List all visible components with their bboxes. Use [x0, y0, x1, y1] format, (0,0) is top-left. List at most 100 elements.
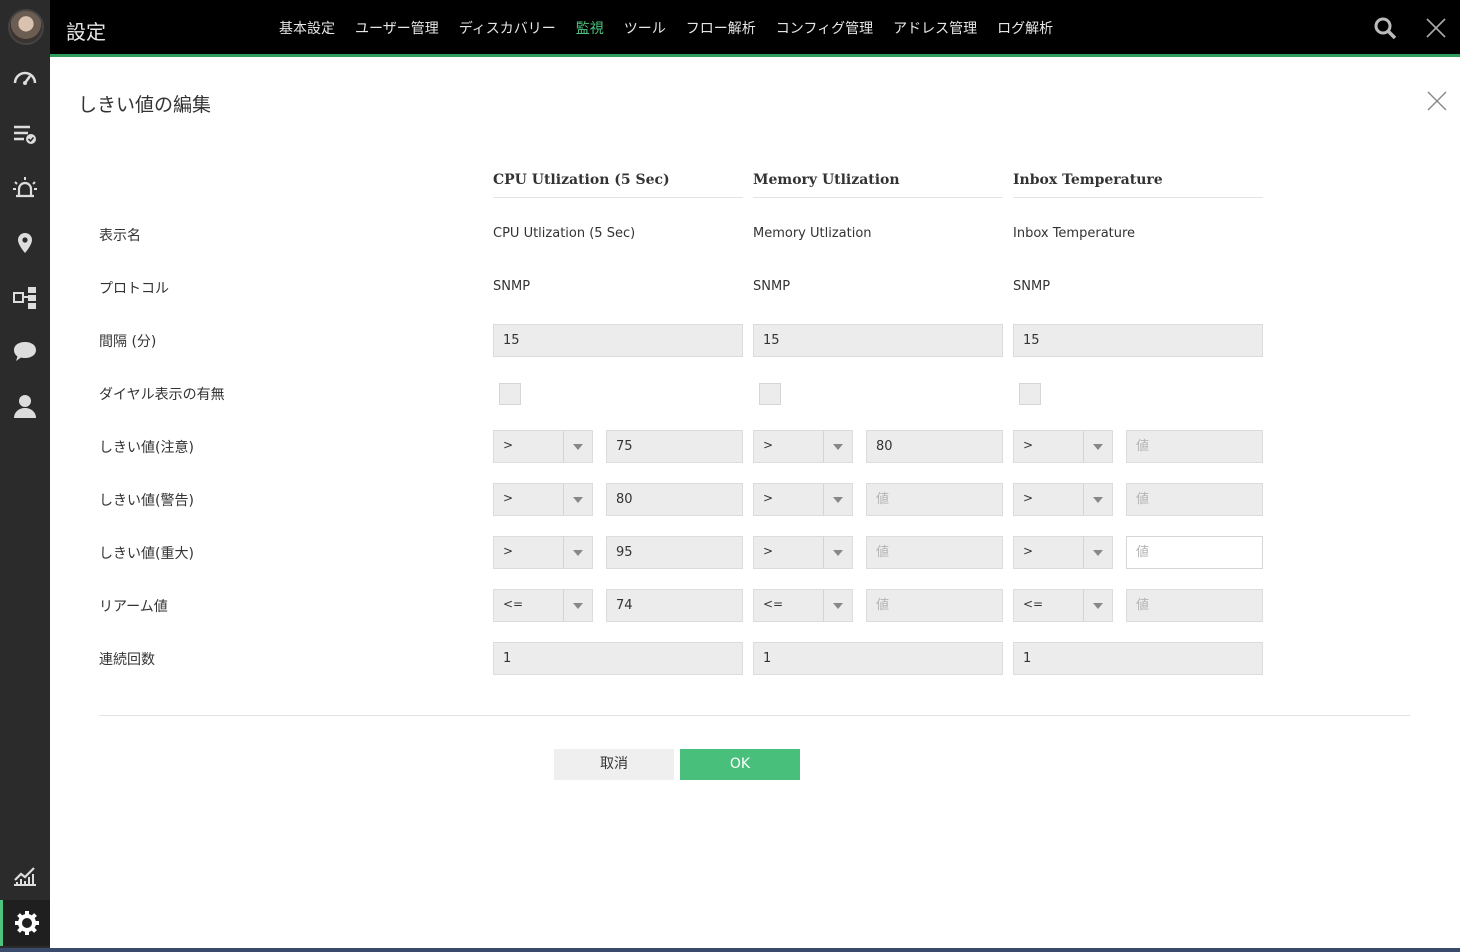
inventory-check-icon[interactable] — [0, 114, 50, 154]
warning-value-input[interactable]: 値 — [866, 483, 1003, 516]
operator-value: > — [763, 438, 774, 452]
chevron-down-icon — [833, 497, 843, 503]
label-interval: 間隔 (分) — [99, 334, 157, 350]
rearm-operator-select[interactable]: <= — [493, 589, 593, 622]
consecutive-input[interactable]: 1 — [753, 642, 1003, 675]
consecutive-input[interactable]: 1 — [493, 642, 743, 675]
rearm-operator-select[interactable]: <= — [1013, 589, 1113, 622]
chevron-down-icon — [833, 550, 843, 556]
rearm-operator-select[interactable]: <= — [753, 589, 853, 622]
rearm-value-input[interactable]: 値 — [866, 589, 1003, 622]
chevron-down-icon — [573, 603, 583, 609]
nav-item[interactable]: ディスカバリー — [459, 18, 556, 38]
nav-item[interactable]: 監視 — [576, 18, 604, 38]
left-sidebar — [0, 0, 50, 952]
chevron-down-icon — [1093, 497, 1103, 503]
chevron-down-icon — [573, 444, 583, 450]
nav-item[interactable]: ユーザー管理 — [355, 18, 439, 38]
attention-operator-select[interactable]: > — [493, 430, 593, 463]
nav-item[interactable]: フロー解析 — [686, 18, 756, 38]
chevron-down-icon — [833, 603, 843, 609]
operator-value: > — [1023, 491, 1034, 505]
close-icon[interactable] — [1426, 90, 1448, 112]
nav-item[interactable]: 基本設定 — [279, 18, 335, 38]
select-divider — [1083, 484, 1084, 515]
critical-operator-select[interactable]: > — [1013, 536, 1113, 569]
close-icon[interactable] — [1424, 16, 1448, 40]
label-display-name: 表示名 — [99, 228, 141, 244]
interval-input[interactable]: 15 — [493, 324, 743, 357]
chevron-down-icon — [1093, 550, 1103, 556]
bottom-border — [0, 948, 1460, 952]
attention-operator-select[interactable]: > — [1013, 430, 1113, 463]
rearm-value-input[interactable]: 74 — [606, 589, 743, 622]
warning-value-input[interactable]: 値 — [1126, 483, 1263, 516]
search-icon[interactable] — [1373, 16, 1397, 40]
warning-operator-select[interactable]: > — [493, 483, 593, 516]
interval-input[interactable]: 15 — [1013, 324, 1263, 357]
ok-button[interactable]: OK — [680, 749, 800, 780]
consecutive-input[interactable]: 1 — [1013, 642, 1263, 675]
critical-operator-select[interactable]: > — [493, 536, 593, 569]
chevron-down-icon — [1093, 603, 1103, 609]
alarm-icon[interactable] — [0, 168, 50, 208]
dial-checkbox[interactable] — [1019, 383, 1041, 405]
rearm-value-input[interactable]: 値 — [1126, 589, 1263, 622]
label-threshold-attention: しきい値(注意) — [99, 440, 194, 456]
column-header: Inbox Temperature — [1013, 172, 1263, 198]
column-header: CPU Utlization (5 Sec) — [493, 172, 743, 198]
cancel-button[interactable]: 取消 — [554, 749, 674, 780]
dial-checkbox[interactable] — [499, 383, 521, 405]
attention-operator-select[interactable]: > — [753, 430, 853, 463]
chat-icon[interactable] — [0, 332, 50, 372]
warning-value-input[interactable]: 80 — [606, 483, 743, 516]
dial-checkbox[interactable] — [759, 383, 781, 405]
dashboard-icon[interactable] — [0, 58, 50, 98]
label-rearm: リアーム値 — [99, 599, 168, 615]
edit-threshold-panel: しきい値の編集 表示名 プロトコル 間隔 (分) ダイヤル表示の有無 しきい値(… — [50, 60, 1460, 952]
critical-operator-select[interactable]: > — [753, 536, 853, 569]
attention-value-input[interactable]: 75 — [606, 430, 743, 463]
page-title: しきい値の編集 — [78, 94, 212, 116]
label-protocol: プロトコル — [99, 281, 169, 297]
user-icon[interactable] — [0, 386, 50, 426]
chevron-down-icon — [833, 444, 843, 450]
operator-value: > — [1023, 544, 1034, 558]
settings-icon[interactable] — [0, 900, 50, 946]
chevron-down-icon — [573, 550, 583, 556]
select-divider — [563, 484, 564, 515]
operator-value: > — [503, 438, 514, 452]
operator-value: <= — [503, 597, 524, 611]
reports-icon[interactable] — [0, 854, 50, 894]
operator-value: > — [763, 491, 774, 505]
critical-value-input[interactable]: 値 — [1126, 536, 1263, 569]
select-divider — [563, 537, 564, 568]
select-divider — [563, 431, 564, 462]
interval-input[interactable]: 15 — [753, 324, 1003, 357]
nav-item[interactable]: ログ解析 — [997, 18, 1053, 38]
nav-item[interactable]: ツール — [624, 18, 666, 38]
attention-value-input[interactable]: 値 — [1126, 430, 1263, 463]
avatar[interactable] — [8, 9, 44, 45]
select-divider — [1083, 590, 1084, 621]
select-divider — [823, 484, 824, 515]
nav-item[interactable]: コンフィグ管理 — [776, 18, 873, 38]
nav-item[interactable]: アドレス管理 — [893, 18, 977, 38]
operator-value: > — [503, 491, 514, 505]
critical-value-input[interactable]: 値 — [866, 536, 1003, 569]
select-divider — [823, 590, 824, 621]
network-map-icon[interactable] — [0, 278, 50, 318]
select-divider — [563, 590, 564, 621]
map-pin-icon[interactable] — [0, 222, 50, 262]
top-bar: 設定 基本設定 ユーザー管理 ディスカバリー 監視 ツール フロー解析 コンフィグ管理 アドレ… — [50, 0, 1460, 57]
attention-value-input[interactable]: 80 — [866, 430, 1003, 463]
select-divider — [823, 537, 824, 568]
select-divider — [823, 431, 824, 462]
critical-value-input[interactable]: 95 — [606, 536, 743, 569]
protocol-value: SNMP — [1013, 279, 1051, 294]
warning-operator-select[interactable]: > — [1013, 483, 1113, 516]
label-threshold-warning: しきい値(警告) — [99, 493, 194, 509]
select-divider — [1083, 431, 1084, 462]
warning-operator-select[interactable]: > — [753, 483, 853, 516]
display-name-value: Memory Utlization — [753, 226, 872, 241]
